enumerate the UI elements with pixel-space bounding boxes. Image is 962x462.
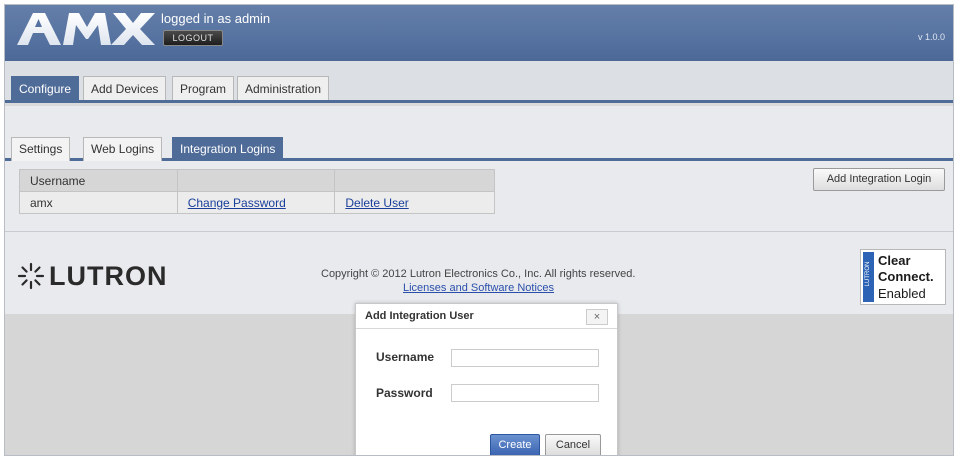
table-row: amx Change Password Delete User [19, 191, 495, 214]
add-integration-login-button[interactable]: Add Integration Login [813, 168, 945, 191]
tab-web-logins[interactable]: Web Logins [83, 137, 163, 161]
integration-users-table: Username amx Change Password Delete User [19, 169, 495, 214]
lutron-logo: LUTRON [17, 261, 167, 291]
cancel-button[interactable]: Cancel [545, 434, 601, 455]
badge-line-2: Connect. [878, 269, 934, 284]
username-label: Username [376, 350, 435, 364]
tab-administration[interactable]: Administration [237, 76, 330, 100]
delete-user-cell: Delete User [334, 191, 495, 214]
username-column-header: Username [19, 169, 178, 192]
add-integration-user-dialog: Add Integration User × Username Password… [355, 303, 618, 455]
clear-connect-badge: LUTRON Clear Connect. Enabled [860, 249, 946, 305]
app-frame: logged in as admin LOGOUT v 1.0.0 Config… [4, 4, 954, 456]
content-area: Settings Web Logins Integration Logins U… [5, 106, 953, 314]
logged-in-text: logged in as admin [161, 11, 271, 26]
tab-integration-logins[interactable]: Integration Logins [172, 137, 284, 161]
dialog-titlebar: Add Integration User × [356, 304, 617, 329]
table-header-row: Username [19, 169, 495, 192]
tab-add-devices[interactable]: Add Devices [83, 76, 167, 100]
main-nav: Configure Add Devices Program Administra… [5, 61, 953, 103]
footer-divider [5, 231, 953, 232]
change-password-link[interactable]: Change Password [188, 196, 286, 210]
delete-user-link[interactable]: Delete User [345, 196, 408, 210]
table-header-cell [334, 169, 495, 192]
amx-logo [17, 13, 155, 45]
version-label: v 1.0.0 [917, 32, 945, 42]
tab-configure[interactable]: Configure [11, 76, 80, 100]
badge-line-1: Clear [878, 253, 911, 268]
username-cell: amx [19, 191, 178, 214]
password-label: Password [376, 386, 433, 400]
logout-button[interactable]: LOGOUT [163, 30, 223, 46]
password-input[interactable] [451, 384, 599, 402]
licenses-link[interactable]: Licenses and Software Notices [403, 282, 554, 294]
dialog-title: Add Integration User [365, 310, 474, 322]
app-header: logged in as admin LOGOUT v 1.0.0 [5, 5, 953, 61]
tab-program[interactable]: Program [172, 76, 235, 100]
close-icon[interactable]: × [586, 309, 608, 325]
change-password-cell: Change Password [176, 191, 336, 214]
lutron-wordmark: LUTRON [49, 260, 168, 291]
badge-strip: LUTRON [863, 252, 874, 302]
tab-settings[interactable]: Settings [11, 137, 71, 161]
username-input[interactable] [451, 349, 599, 367]
table-header-cell [176, 169, 336, 192]
lutron-sunburst-icon [17, 262, 45, 290]
badge-line-3: Enabled [878, 286, 926, 301]
create-button[interactable]: Create [490, 434, 540, 455]
sub-nav: Settings Web Logins Integration Logins [5, 133, 953, 161]
copyright-text: Copyright © 2012 Lutron Electronics Co.,… [321, 268, 636, 280]
